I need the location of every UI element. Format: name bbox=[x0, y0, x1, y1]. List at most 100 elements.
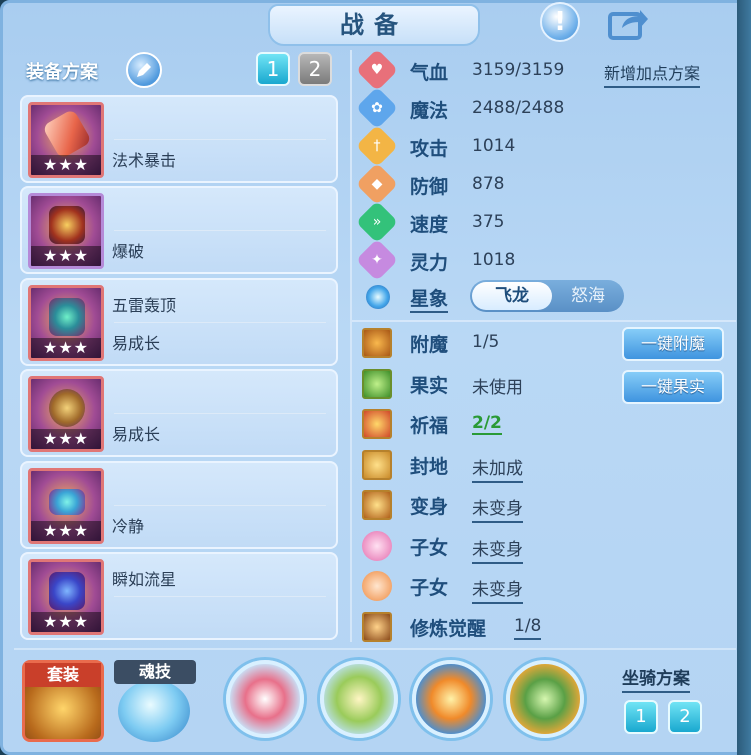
stat-value: 2488/2488 bbox=[472, 98, 565, 118]
equipment-slot-5[interactable]: ★★★ 冷静 bbox=[20, 460, 338, 549]
misc-row-child-1: 子女 未变身 bbox=[360, 527, 730, 568]
helmet-icon: ★★★ bbox=[28, 193, 104, 270]
misc-label: 修炼觉醒 bbox=[410, 617, 487, 640]
misc-value[interactable]: 1/8 bbox=[514, 616, 542, 640]
equipment-list: ★★★ 法术暴击 ★★★ 爆破 ★★★ 五雷轰顶 易成长 ★★★ 易成长 ★★★… bbox=[20, 95, 338, 643]
stat-label: 攻击 bbox=[410, 138, 449, 160]
one-click-enchant-button[interactable]: 一键附魔 bbox=[622, 327, 724, 361]
soul-skill-icon bbox=[118, 680, 190, 742]
divider bbox=[114, 139, 326, 140]
blessing-icon bbox=[362, 409, 392, 439]
edit-plan-button[interactable] bbox=[126, 52, 162, 88]
child-icon bbox=[362, 571, 392, 601]
stat-label: 气血 bbox=[410, 62, 449, 84]
misc-row-child-2: 子女 未变身 bbox=[360, 567, 730, 608]
equipment-slot-3[interactable]: ★★★ 五雷轰顶 易成长 bbox=[20, 277, 338, 366]
divider bbox=[114, 504, 326, 506]
equipment-slot-4[interactable]: ★★★ 易成长 bbox=[20, 369, 338, 458]
misc-value: 未使用 bbox=[472, 377, 523, 398]
one-click-fruit-button[interactable]: 一键果实 bbox=[622, 370, 724, 404]
stat-row-defense: ◆ 防御 878 bbox=[355, 162, 730, 206]
equipment-affix: 冷静 bbox=[112, 516, 145, 536]
equipment-scheme-1[interactable]: 1 bbox=[256, 52, 290, 86]
equipment-affix: 瞬如流星 bbox=[112, 569, 177, 589]
soul-skill-button[interactable]: 魂技 bbox=[114, 660, 196, 742]
transform-icon bbox=[362, 490, 392, 520]
help-button[interactable]: ! bbox=[540, 2, 580, 42]
mount-scheme-2[interactable]: 2 bbox=[668, 700, 702, 734]
misc-label: 子女 bbox=[410, 577, 449, 599]
misc-label: 附魔 bbox=[410, 334, 449, 356]
weapon-icon: ★★★ bbox=[28, 102, 104, 178]
star-sign-option-raging-sea[interactable]: 怒海 bbox=[556, 280, 620, 312]
misc-row-transform: 变身 未变身 bbox=[360, 486, 730, 527]
misc-label: 子女 bbox=[410, 536, 449, 559]
misc-label: 果实 bbox=[410, 374, 449, 397]
shield-icon: ◆ bbox=[355, 162, 399, 206]
stat-row-hp: ♥ 气血 3159/3159 新增加点方案 bbox=[355, 48, 730, 92]
boots-icon: ★★★ bbox=[28, 558, 104, 635]
misc-row-blessing: 祈福 2/2 bbox=[360, 405, 730, 446]
equipment-scheme-2[interactable]: 2 bbox=[298, 52, 332, 86]
star-rating: ★★★ bbox=[31, 246, 101, 267]
stat-label: 速度 bbox=[410, 214, 449, 236]
equipment-slot-2[interactable]: ★★★ 爆破 bbox=[20, 186, 338, 275]
mount-scheme-1[interactable]: 1 bbox=[624, 700, 658, 734]
skill-slot-4[interactable] bbox=[506, 660, 584, 738]
pencil-icon bbox=[137, 63, 151, 77]
share-icon bbox=[608, 10, 648, 40]
divider bbox=[114, 321, 326, 323]
belt-icon: ★★★ bbox=[28, 467, 104, 544]
fruit-icon bbox=[362, 368, 392, 399]
chain-icon: ★★★ bbox=[28, 376, 104, 453]
soul-skill-label: 魂技 bbox=[114, 660, 196, 684]
stat-value: 375 bbox=[472, 212, 505, 232]
meditation-icon bbox=[362, 611, 392, 642]
lotus-icon bbox=[362, 530, 392, 561]
misc-value[interactable]: 未变身 bbox=[472, 535, 523, 564]
star-sign-toggle[interactable]: 飞龙 怒海 bbox=[470, 280, 624, 312]
equipment-slot-1[interactable]: ★★★ 法术暴击 bbox=[20, 95, 338, 183]
screen-edge bbox=[737, 0, 751, 755]
misc-row-cultivation: 修炼觉醒 1/8 bbox=[360, 608, 730, 649]
equipment-affix: 法术暴击 bbox=[112, 151, 177, 170]
star-rating: ★★★ bbox=[31, 337, 101, 358]
equipment-affix: 易成长 bbox=[112, 333, 161, 353]
stat-label: 防御 bbox=[410, 176, 449, 198]
new-point-plan-link[interactable]: 新增加点方案 bbox=[604, 60, 701, 88]
star-sign-label[interactable]: 星象 bbox=[410, 284, 449, 313]
equipment-slot-6[interactable]: ★★★ 瞬如流星 bbox=[20, 551, 338, 640]
misc-label: 封地 bbox=[410, 455, 449, 478]
equipment-affix: 爆破 bbox=[112, 242, 145, 262]
stat-row-attack: † 攻击 1014 bbox=[355, 124, 730, 168]
fief-gate-icon bbox=[362, 449, 392, 480]
star-sign-icon bbox=[366, 285, 390, 309]
stat-value: 1014 bbox=[472, 136, 516, 156]
divider bbox=[114, 230, 326, 232]
misc-value[interactable]: 未变身 bbox=[472, 575, 523, 604]
sword-icon: † bbox=[355, 124, 399, 168]
equipment-affix: 易成长 bbox=[112, 425, 161, 445]
skill-slot-2[interactable] bbox=[320, 660, 398, 738]
misc-label: 变身 bbox=[410, 496, 449, 518]
misc-value[interactable]: 2/2 bbox=[472, 413, 502, 435]
share-button[interactable] bbox=[608, 6, 650, 40]
equipment-set-button[interactable]: 套装 bbox=[22, 660, 104, 742]
attribute-stats: ♥ 气血 3159/3159 新增加点方案 ✿ 魔法 2488/2488 † 攻… bbox=[355, 48, 730, 282]
exclamation-icon: ! bbox=[554, 7, 566, 37]
spirit-icon: ✦ bbox=[355, 238, 399, 282]
skill-slot-3[interactable] bbox=[412, 660, 490, 738]
divider bbox=[114, 413, 326, 415]
stat-value: 3159/3159 bbox=[472, 60, 565, 80]
set-label: 套装 bbox=[25, 663, 101, 687]
misc-value[interactable]: 未加成 bbox=[472, 454, 523, 483]
stat-label: 魔法 bbox=[410, 100, 449, 122]
heart-icon: ♥ bbox=[355, 48, 399, 92]
equipment-plan-heading: 装备方案 bbox=[26, 62, 98, 83]
star-rating: ★★★ bbox=[31, 429, 101, 450]
equipment-affix: 五雷轰顶 bbox=[112, 295, 177, 315]
star-rating: ★★★ bbox=[31, 520, 101, 541]
star-sign-option-flying-dragon[interactable]: 飞龙 bbox=[472, 282, 552, 310]
skill-slot-1[interactable] bbox=[226, 660, 304, 738]
misc-value[interactable]: 未变身 bbox=[472, 494, 523, 523]
